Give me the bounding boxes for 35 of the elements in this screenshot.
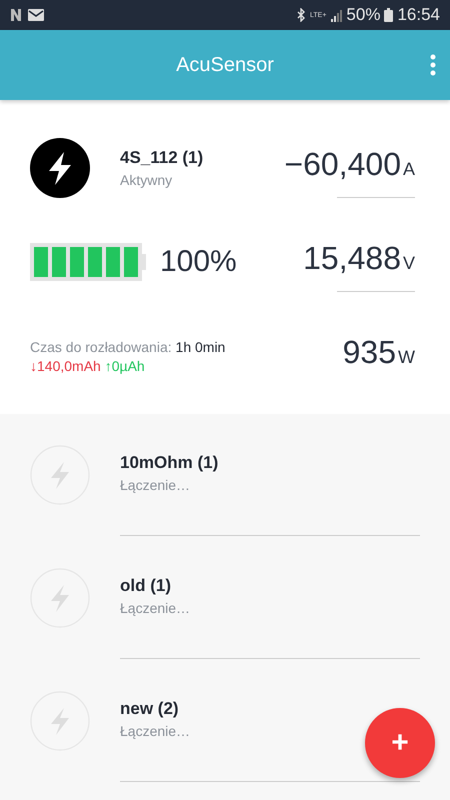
reading-value: 935 (342, 334, 396, 371)
device-name: 4S_112 (1) (120, 148, 204, 168)
bluetooth-icon (297, 8, 306, 22)
reading-value: 15,488 (303, 240, 401, 277)
reading-unit: V (402, 253, 415, 274)
battery-percent: 50% (346, 5, 380, 25)
device-status: Aktywny (120, 172, 174, 188)
device-status: Łączenie… (120, 477, 192, 493)
charge-in: ↑0µAh (104, 358, 145, 374)
lightning-icon (30, 568, 90, 628)
device-status: Łączenie… (120, 600, 192, 616)
mail-icon (28, 9, 44, 21)
device-name: old (1) (120, 576, 172, 596)
notification-icon (10, 8, 22, 22)
device-list-item[interactable]: old (1) Łączenie… (0, 537, 450, 660)
more-options-icon[interactable] (430, 54, 436, 76)
device-list-item[interactable]: 10mOhm (1) Łączenie… (0, 414, 450, 537)
signal-icon (330, 8, 342, 22)
battery-percentage: 100% (160, 245, 237, 279)
reading-value: −60,400 (284, 146, 401, 183)
add-button[interactable]: + (365, 708, 435, 778)
device-name: new (2) (120, 699, 180, 719)
device-status: Łączenie… (120, 723, 192, 739)
lightning-icon (30, 691, 90, 751)
discharge-label: Czas do rozładowania: (30, 338, 172, 354)
charge-out: ↓140,0mAh (30, 358, 101, 374)
clock: 16:54 (397, 5, 440, 25)
lightning-icon (30, 445, 90, 505)
lightning-icon[interactable] (30, 138, 90, 198)
battery-icon (384, 8, 394, 22)
device-name: 10mOhm (1) (120, 453, 220, 473)
reading-unit: W (398, 347, 415, 368)
discharge-time: 1h 0min (176, 338, 226, 354)
app-title: AcuSensor (176, 54, 274, 76)
reading-unit: A (402, 159, 415, 180)
